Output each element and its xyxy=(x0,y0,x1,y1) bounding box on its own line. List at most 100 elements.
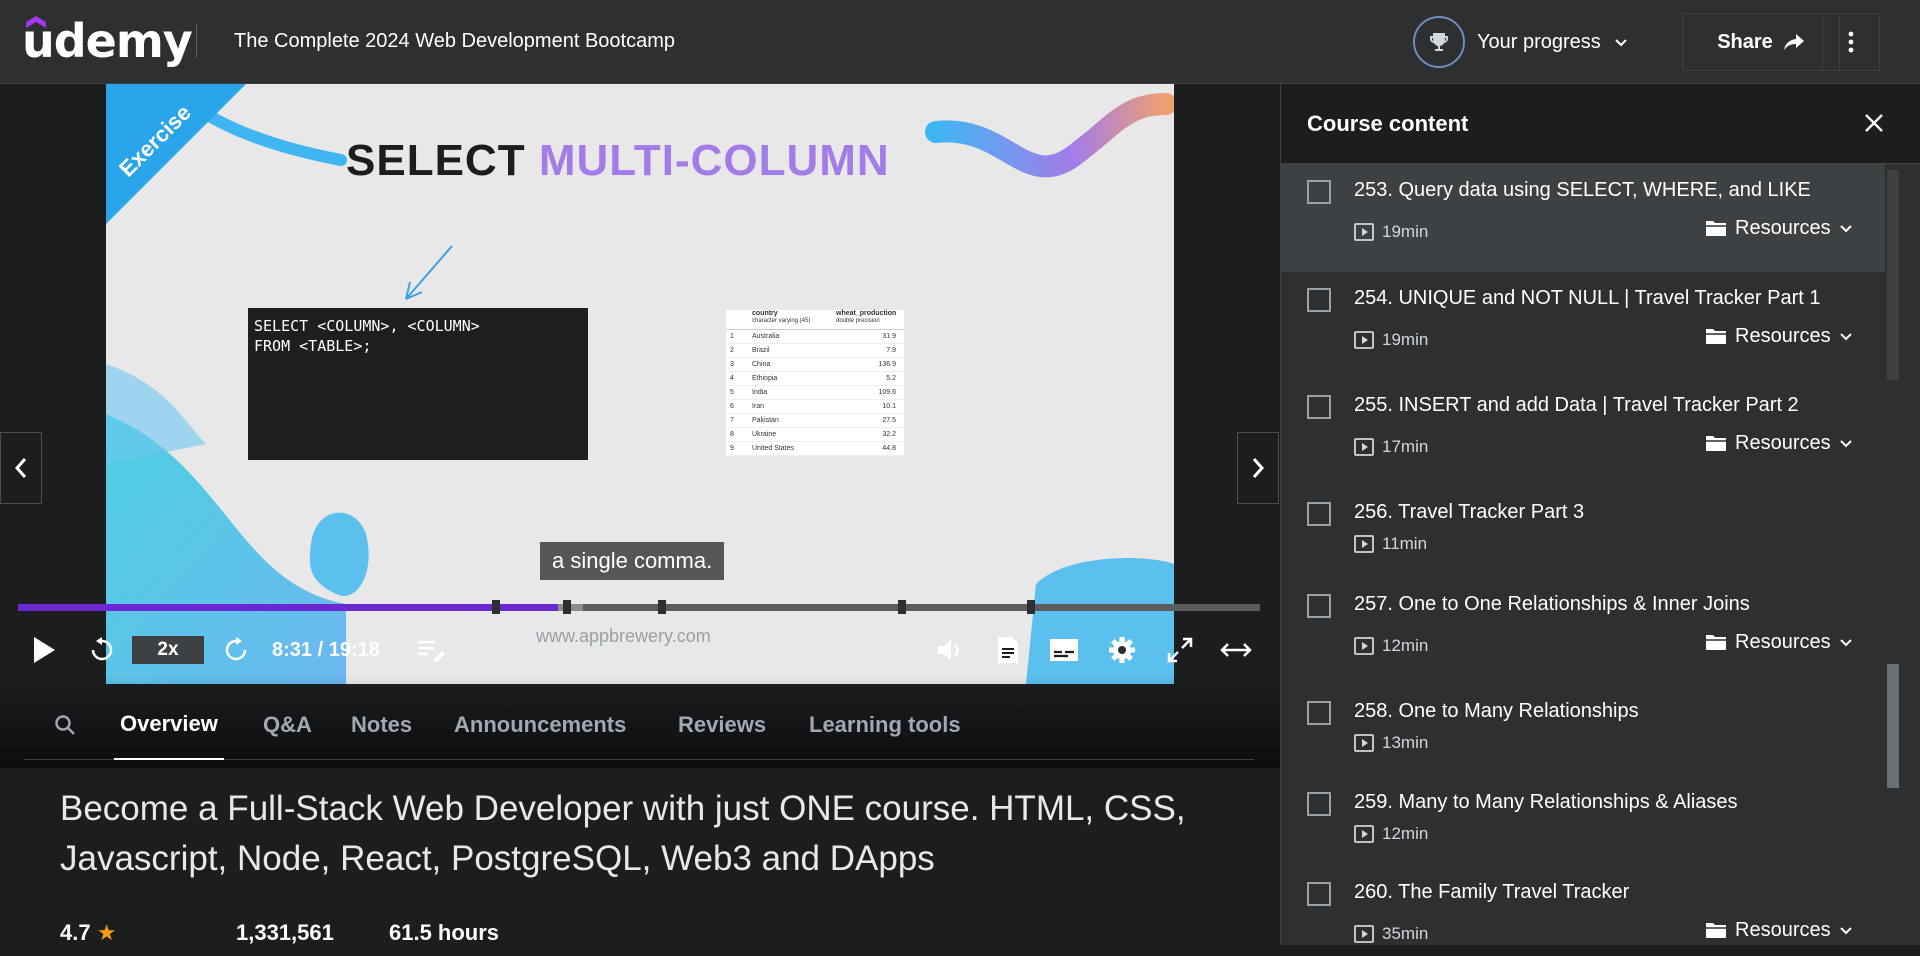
chevron-down-icon xyxy=(1839,639,1852,647)
tab-overview[interactable]: Overview xyxy=(114,690,224,760)
table-cell: 7.9 xyxy=(886,347,896,354)
chevron-down-icon xyxy=(1839,927,1852,935)
lesson-item[interactable]: 253. Query data using SELECT, WHERE, and… xyxy=(1281,164,1885,272)
lesson-item[interactable]: 257. One to One Relationships & Inner Jo… xyxy=(1281,578,1885,685)
lesson-checkbox[interactable] xyxy=(1307,395,1331,419)
gear-icon xyxy=(1109,637,1135,663)
resources-label: Resources xyxy=(1735,216,1831,239)
volume-button[interactable] xyxy=(930,624,970,676)
lesson-checkbox[interactable] xyxy=(1307,792,1331,816)
course-title[interactable]: The Complete 2024 Web Development Bootca… xyxy=(234,30,675,53)
tab-announcements[interactable]: Announcements xyxy=(454,690,626,760)
resources-label: Resources xyxy=(1735,630,1831,653)
lesson-checkbox[interactable] xyxy=(1307,288,1331,312)
lesson-item[interactable]: 254. UNIQUE and NOT NULL | Travel Tracke… xyxy=(1281,272,1885,379)
search-tab[interactable] xyxy=(54,690,76,760)
resources-button[interactable]: Resources xyxy=(1693,318,1865,354)
tab-learning-tools[interactable]: Learning tools xyxy=(809,690,961,760)
settings-button[interactable] xyxy=(1104,624,1140,676)
close-sidebar-button[interactable] xyxy=(1859,108,1889,138)
resources-label: Resources xyxy=(1735,918,1831,941)
table-cell: Pakistan xyxy=(752,417,779,424)
lesson-checkbox[interactable] xyxy=(1307,594,1331,618)
scrollbar-thumb[interactable] xyxy=(1887,664,1899,788)
your-progress-button[interactable]: Your progress xyxy=(1413,13,1629,71)
table-cell: 27.5 xyxy=(882,417,896,424)
lesson-item[interactable]: 255. INSERT and add Data | Travel Tracke… xyxy=(1281,379,1885,486)
course-tabs: Overview Q&A Notes Announcements Reviews… xyxy=(24,690,1254,760)
table-cell: 10.1 xyxy=(882,403,896,410)
rewind-button[interactable] xyxy=(82,624,122,676)
lesson-checkbox[interactable] xyxy=(1307,502,1331,526)
next-lecture-button[interactable] xyxy=(1237,432,1279,504)
play-button[interactable] xyxy=(24,624,64,676)
resources-button[interactable]: Resources xyxy=(1693,210,1865,246)
table-cell: 136.9 xyxy=(878,361,896,368)
add-note-button[interactable] xyxy=(412,624,452,676)
table-cell: 5.2 xyxy=(886,375,896,382)
table-cell: 7 xyxy=(730,417,734,424)
rewind-icon xyxy=(91,637,113,661)
lesson-item[interactable]: 258. One to Many Relationships 13min xyxy=(1281,685,1885,776)
duration-text: 12min xyxy=(1382,636,1429,655)
progress-fill xyxy=(18,604,559,611)
lesson-checkbox[interactable] xyxy=(1307,882,1331,906)
resources-button[interactable]: Resources xyxy=(1693,425,1865,461)
table-cell: 109.6 xyxy=(878,389,896,396)
lesson-item[interactable]: 260. The Family Travel Tracker 35min Resou… xyxy=(1281,866,1885,956)
more-options-button[interactable] xyxy=(1822,13,1880,71)
playback-speed-button[interactable]: 2x xyxy=(132,636,204,664)
resources-label: Resources xyxy=(1735,431,1831,454)
header-divider xyxy=(196,24,197,58)
tab-reviews[interactable]: Reviews xyxy=(678,690,766,760)
forward-button[interactable] xyxy=(216,624,256,676)
resources-button[interactable]: Resources xyxy=(1693,624,1865,660)
progress-label: Your progress xyxy=(1477,30,1601,53)
video-icon xyxy=(1354,637,1374,655)
table-row: 9 United States 44.8 xyxy=(726,442,904,456)
rating-value: 4.7 xyxy=(60,920,91,945)
code-line-1: SELECT <COLUMN>, <COLUMN> xyxy=(254,317,480,335)
lesson-duration: 17min xyxy=(1354,437,1428,457)
captions-button[interactable] xyxy=(1046,624,1082,676)
share-label: Share xyxy=(1717,30,1773,53)
tab-qa[interactable]: Q&A xyxy=(263,690,312,760)
sidebar-title: Course content xyxy=(1307,111,1469,136)
expand-view-button[interactable] xyxy=(1216,624,1256,676)
lesson-checkbox[interactable] xyxy=(1307,701,1331,725)
table-row: 4 Ethiopia 5.2 xyxy=(726,372,904,386)
time-display: 8:31 / 19:18 xyxy=(272,638,380,661)
chapter-marker xyxy=(898,600,906,614)
search-icon xyxy=(55,715,75,735)
sidebar-header: Course content xyxy=(1281,84,1920,164)
lesson-duration: 19min xyxy=(1354,222,1428,242)
table-cell: Iran xyxy=(752,403,765,410)
star-icon: ★ xyxy=(96,920,117,945)
lesson-item[interactable]: 259. Many to Many Relationships & Aliase… xyxy=(1281,776,1885,866)
subheader-wheat: double precision xyxy=(836,318,880,324)
udemy-logo[interactable]: udemy xyxy=(22,14,193,68)
video-progress-bar[interactable] xyxy=(18,600,1260,614)
course-headline: Become a Full-Stack Web Developer with j… xyxy=(60,789,1186,878)
tab-notes[interactable]: Notes xyxy=(351,690,412,760)
duration-text: 19min xyxy=(1382,222,1429,241)
table-cell: 31.9 xyxy=(882,333,896,340)
table-cell: 32.2 xyxy=(882,431,896,438)
resources-button[interactable]: Resources xyxy=(1693,912,1865,948)
video-player[interactable]: Exercise SELECT MULTI-COLUMN SELECT <COL… xyxy=(0,84,1280,768)
video-frame: Exercise SELECT MULTI-COLUMN SELECT <COL… xyxy=(106,84,1174,684)
video-icon xyxy=(1354,925,1374,943)
chevron-down-icon xyxy=(1839,440,1852,448)
play-icon xyxy=(34,637,55,663)
transcript-button[interactable] xyxy=(990,624,1026,676)
lesson-duration: 13min xyxy=(1354,733,1428,753)
table-cell: 8 xyxy=(730,431,734,438)
previous-lecture-button[interactable] xyxy=(0,432,42,504)
chapter-marker xyxy=(563,600,571,614)
chevron-down-icon xyxy=(1839,225,1852,233)
lesson-checkbox[interactable] xyxy=(1307,180,1331,204)
lesson-item[interactable]: 256. Travel Tracker Part 3 11min xyxy=(1281,486,1885,578)
expand-arrows-icon xyxy=(1220,643,1252,657)
fullscreen-button[interactable] xyxy=(1162,624,1198,676)
share-button[interactable]: Share xyxy=(1682,13,1840,71)
